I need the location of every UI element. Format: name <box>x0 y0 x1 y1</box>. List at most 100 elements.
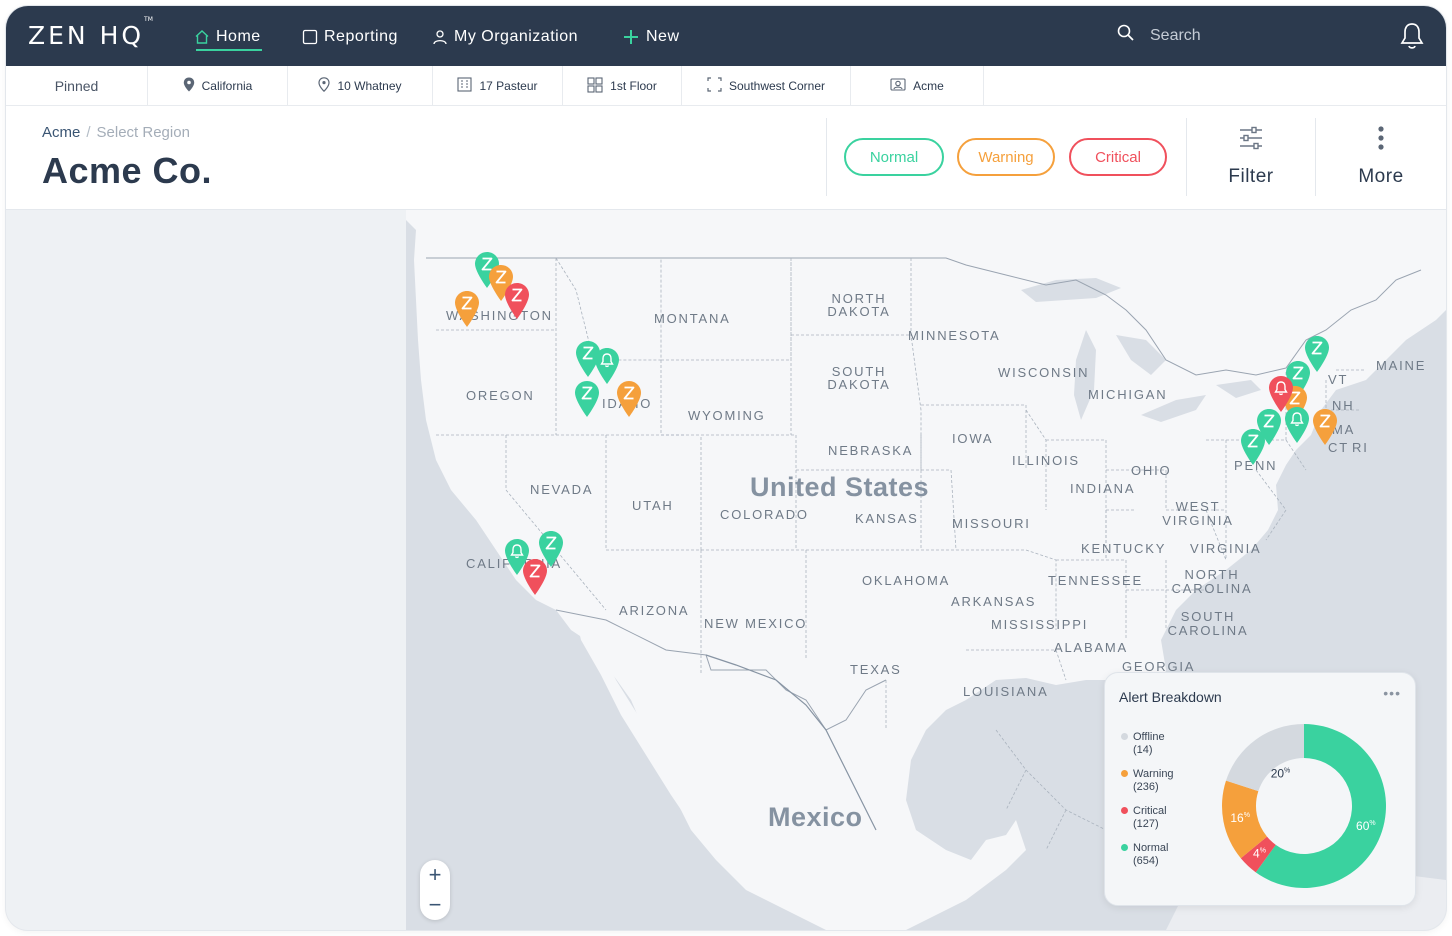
divider <box>826 118 827 196</box>
map-marker-warning[interactable] <box>454 290 480 328</box>
state-label-minnesota: MINNESOTA <box>908 328 1001 343</box>
divider <box>1315 118 1316 196</box>
country-label-united-states: United States <box>750 472 930 502</box>
plus-icon <box>622 28 640 46</box>
state-label-maine: MAINE <box>1376 358 1427 373</box>
state-label-mississippi: MISSISSIPPI <box>991 617 1089 632</box>
search-placeholder: Search <box>1150 26 1201 44</box>
top-navigation: ZEN HQTM Home Reporting My Organization <box>6 6 1446 66</box>
state-label-south-dakota: SOUTH DAKOTA <box>827 364 891 392</box>
zoom-controls: + − <box>420 860 450 920</box>
status-filter-critical[interactable]: Critical <box>1069 138 1167 176</box>
state-label-utah: UTAH <box>632 498 674 513</box>
pinned-bar: Pinned California 10 Whatney 17 Pasteur … <box>6 66 1446 106</box>
more-button[interactable]: More <box>1331 126 1431 188</box>
pinned-label: Pinned <box>6 66 148 106</box>
nav-home-label: Home <box>216 28 261 45</box>
sliders-icon <box>1238 126 1264 156</box>
organization-icon <box>890 77 906 95</box>
z-logo-icon <box>1313 409 1337 445</box>
map-marker-normal[interactable] <box>1304 335 1330 373</box>
state-label-colorado: COLORADO <box>720 507 809 522</box>
z-logo-icon <box>505 283 529 319</box>
map-view[interactable]: WASHINGTON OREGON MONTANA IDAHO WYOMING … <box>406 210 1446 930</box>
breadcrumb-separator: / <box>86 124 91 141</box>
user-icon <box>432 29 448 45</box>
nav-home[interactable]: Home <box>194 24 261 50</box>
app-window: ZEN HQTM Home Reporting My Organization <box>6 6 1446 930</box>
map-marker-critical[interactable] <box>504 282 530 320</box>
pinned-item-1st-floor[interactable]: 1st Floor <box>563 66 682 106</box>
map-marker-normal[interactable] <box>574 380 600 418</box>
state-label-illinois: ILLINOIS <box>1012 453 1080 468</box>
search-box[interactable]: Search <box>1116 23 1201 48</box>
nav-reporting-label: Reporting <box>324 28 398 45</box>
breadcrumb-select-region[interactable]: Select Region <box>97 124 190 141</box>
map-marker-critical[interactable] <box>522 558 548 596</box>
location-outline-icon <box>318 77 331 95</box>
alert-donut-chart: 60%4%16%20% <box>1222 724 1386 888</box>
location-pin-icon <box>183 77 195 95</box>
state-label-north-dakota: NORTH DAKOTA <box>827 291 891 319</box>
zen-hq-logo[interactable]: ZEN HQTM <box>28 16 153 50</box>
z-logo-icon <box>1241 429 1265 465</box>
filter-button[interactable]: Filter <box>1201 126 1301 188</box>
state-label-ohio: OHIO <box>1131 463 1172 478</box>
breadcrumb: Acme / Select Region <box>42 124 190 141</box>
legend-item-normal: Normal (654) <box>1121 842 1174 868</box>
state-label-missouri: MISSOURI <box>952 516 1031 531</box>
nav-my-organization-label: My Organization <box>454 28 578 45</box>
pinned-item-17-pasteur[interactable]: 17 Pasteur <box>433 66 563 106</box>
nav-reporting[interactable]: Reporting <box>302 24 398 50</box>
card-options-icon[interactable]: ••• <box>1383 685 1401 701</box>
map-marker-critical[interactable] <box>1268 375 1294 413</box>
nav-my-organization[interactable]: My Organization <box>432 24 578 50</box>
state-label-iowa: IOWA <box>952 431 994 446</box>
state-label-louisiana: LOUISIANA <box>963 684 1049 699</box>
donut-label-offline: 20% <box>1271 767 1291 781</box>
alert-breakdown-card: Alert Breakdown ••• Offline (14) Warning(… <box>1104 672 1416 906</box>
reporting-icon <box>302 29 318 45</box>
z-logo-icon <box>523 559 547 595</box>
home-icon <box>194 29 210 45</box>
corner-frame-icon <box>707 77 722 95</box>
map-marker-warning[interactable] <box>1312 408 1338 446</box>
state-label-north-carolina: NORTH CAROLINA <box>1171 567 1253 596</box>
legend-item-critical: Critical (127) <box>1121 805 1174 831</box>
pinned-item-acme[interactable]: Acme <box>851 66 984 106</box>
zoom-in-button[interactable]: + <box>420 860 450 890</box>
legend-item-warning: Warning (236) <box>1121 768 1174 794</box>
state-label-arkansas: ARKANSAS <box>951 594 1037 609</box>
map-marker-normal[interactable] <box>1240 428 1266 466</box>
vertical-dots-icon <box>1377 126 1385 156</box>
active-tab-indicator <box>196 49 262 51</box>
z-logo-icon <box>455 291 479 327</box>
status-filter-normal[interactable]: Normal <box>844 138 944 176</box>
state-label-wyoming: WYOMING <box>688 408 766 423</box>
state-label-nevada: NEVADA <box>530 482 594 497</box>
left-panel <box>6 210 406 930</box>
pinned-item-california[interactable]: California <box>148 66 288 106</box>
map-marker-warning[interactable] <box>616 380 642 418</box>
pinned-item-southwest-corner[interactable]: Southwest Corner <box>682 66 851 106</box>
status-filter-warning[interactable]: Warning <box>957 138 1055 176</box>
pinned-item-10-whatney[interactable]: 10 Whatney <box>288 66 433 106</box>
breadcrumb-acme[interactable]: Acme <box>42 124 80 141</box>
floor-grid-icon <box>587 76 603 96</box>
country-label-mexico: Mexico <box>768 802 863 832</box>
state-label-south-carolina: SOUTH CAROLINA <box>1167 609 1249 638</box>
state-label-kentucky: KENTUCKY <box>1081 541 1167 556</box>
state-label-alabama: ALABAMA <box>1054 640 1129 655</box>
filter-label: Filter <box>1228 166 1274 187</box>
search-icon <box>1116 23 1136 48</box>
nav-new[interactable]: New <box>622 24 680 50</box>
z-logo-icon <box>1305 336 1329 372</box>
notification-bell-icon[interactable] <box>1398 21 1426 56</box>
zoom-out-button[interactable]: − <box>420 890 450 920</box>
z-logo-icon <box>617 381 641 417</box>
building-icon <box>457 77 473 95</box>
state-label-nebraska: NEBRASKA <box>828 443 914 458</box>
nav-new-label: New <box>646 28 680 45</box>
state-label-montana: MONTANA <box>654 311 731 326</box>
z-logo-icon <box>575 381 599 417</box>
